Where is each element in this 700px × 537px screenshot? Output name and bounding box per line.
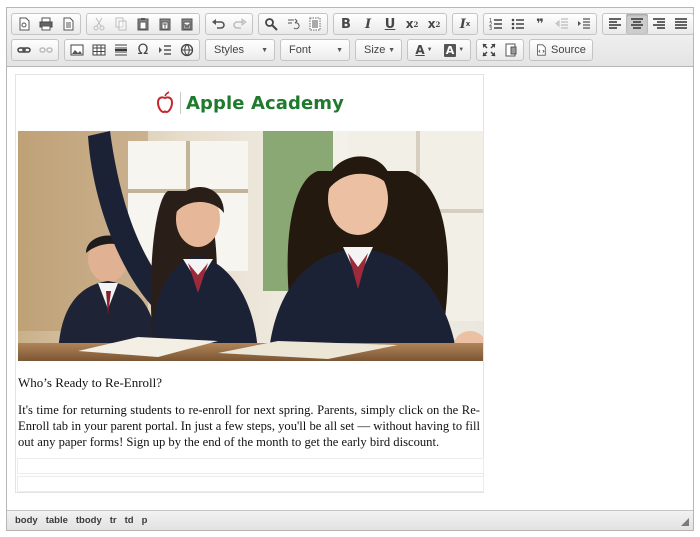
indent-icon[interactable] <box>573 14 595 34</box>
align-right-icon[interactable] <box>648 14 670 34</box>
replace-icon[interactable] <box>282 14 304 34</box>
size-dropdown-label: Size <box>364 44 386 56</box>
logo-divider <box>180 92 181 114</box>
path-item-tr[interactable]: tr <box>110 515 117 526</box>
outdent-icon[interactable] <box>551 14 573 34</box>
resize-handle-icon[interactable] <box>681 518 689 526</box>
logo-text: Apple Academy <box>186 92 344 114</box>
chevron-down-icon: ▼ <box>261 46 268 54</box>
preview-icon[interactable] <box>13 14 35 34</box>
alignment-group <box>602 13 694 35</box>
toolbar-row-2: Ω Styles ▼ Font ▼ Size ▼ A ▼ A ▼ Source <box>11 38 598 62</box>
font-dropdown[interactable]: Font ▼ <box>280 39 350 61</box>
path-item-td[interactable]: td <box>125 515 134 526</box>
apple-icon <box>156 91 174 114</box>
links-group <box>11 39 59 61</box>
superscript-icon[interactable]: x2 <box>423 14 445 34</box>
paste-word-icon[interactable] <box>176 14 198 34</box>
select-all-icon[interactable] <box>304 14 326 34</box>
path-item-body[interactable]: body <box>15 515 38 526</box>
unlink-icon[interactable] <box>35 40 57 60</box>
subscript-icon[interactable]: x2 <box>401 14 423 34</box>
blockquote-icon[interactable]: ❞ <box>529 14 551 34</box>
chevron-down-icon: ▼ <box>388 46 395 54</box>
svg-text:3: 3 <box>489 26 492 31</box>
students-image <box>18 131 483 361</box>
styles-dropdown-label: Styles <box>214 44 244 56</box>
image-icon[interactable] <box>66 40 88 60</box>
empty-table-row[interactable] <box>17 476 484 492</box>
toolbar-row-1: B I U x2 x2 Ix 123 ❞ <box>11 12 699 36</box>
find-group <box>258 13 328 35</box>
show-blocks-icon[interactable] <box>500 40 522 60</box>
copy-icon[interactable] <box>110 14 132 34</box>
remove-format-icon[interactable]: Ix <box>454 14 476 34</box>
find-icon[interactable] <box>260 14 282 34</box>
history-group <box>205 13 253 35</box>
align-center-icon[interactable] <box>626 14 648 34</box>
page-break-icon[interactable] <box>154 40 176 60</box>
chevron-down-icon: ▼ <box>336 46 343 54</box>
article-paragraph[interactable]: It's time for returning students to re-e… <box>18 402 480 450</box>
maximize-icon[interactable] <box>478 40 500 60</box>
path-item-tbody[interactable]: tbody <box>76 515 102 526</box>
print-icon[interactable] <box>35 14 57 34</box>
underline-icon[interactable]: U <box>379 14 401 34</box>
insert-group: Ω <box>64 39 200 61</box>
empty-table-row[interactable] <box>17 458 484 474</box>
basic-styles-group: B I U x2 x2 <box>333 13 447 35</box>
redo-icon[interactable] <box>229 14 251 34</box>
justify-icon[interactable] <box>670 14 692 34</box>
paste-text-icon[interactable] <box>154 14 176 34</box>
align-left-icon[interactable] <box>604 14 626 34</box>
styles-dropdown[interactable]: Styles ▼ <box>205 39 275 61</box>
email-template-table[interactable]: Apple Academy Who’s Ready to Re-Enroll? … <box>15 74 484 493</box>
path-item-table[interactable]: table <box>46 515 68 526</box>
document-group <box>11 13 81 35</box>
tools-group <box>476 39 524 61</box>
horizontal-rule-icon[interactable] <box>110 40 132 60</box>
numbered-list-icon[interactable]: 123 <box>485 14 507 34</box>
paste-icon[interactable] <box>132 14 154 34</box>
remove-format-group: Ix <box>452 13 478 35</box>
editing-area[interactable]: Apple Academy Who’s Ready to Re-Enroll? … <box>7 68 693 509</box>
source-icon <box>537 44 546 56</box>
colors-group: A ▼ A ▼ <box>407 39 471 61</box>
special-char-icon[interactable]: Ω <box>132 40 154 60</box>
templates-icon[interactable] <box>57 14 79 34</box>
bold-icon[interactable]: B <box>335 14 357 34</box>
elements-path-bar: body table tbody tr td p <box>7 510 693 530</box>
cut-icon[interactable] <box>88 14 110 34</box>
source-button-label: Source <box>551 44 586 56</box>
students-photo[interactable] <box>18 131 483 361</box>
undo-icon[interactable] <box>207 14 229 34</box>
clipboard-group <box>86 13 200 35</box>
editor-toolbar: B I U x2 x2 Ix 123 ❞ Ω Styles ▼ Font ▼ S… <box>7 8 694 67</box>
brand-logo: Apple Academy <box>155 91 344 115</box>
size-dropdown[interactable]: Size ▼ <box>355 39 402 61</box>
rich-text-editor: B I U x2 x2 Ix 123 ❞ Ω Styles ▼ Font ▼ S… <box>6 7 694 531</box>
link-icon[interactable] <box>13 40 35 60</box>
article-heading[interactable]: Who’s Ready to Re-Enroll? <box>18 375 480 391</box>
path-item-p[interactable]: p <box>142 515 148 526</box>
bulleted-list-icon[interactable] <box>507 14 529 34</box>
background-color-icon[interactable]: A ▼ <box>439 40 469 60</box>
source-button[interactable]: Source <box>529 39 593 61</box>
font-dropdown-label: Font <box>289 44 312 56</box>
text-color-icon[interactable]: A ▼ <box>409 40 439 60</box>
paragraph-group: 123 ❞ <box>483 13 597 35</box>
logo-row[interactable]: Apple Academy <box>17 76 482 130</box>
italic-icon[interactable]: I <box>357 14 379 34</box>
iframe-icon[interactable] <box>176 40 198 60</box>
table-icon[interactable] <box>88 40 110 60</box>
